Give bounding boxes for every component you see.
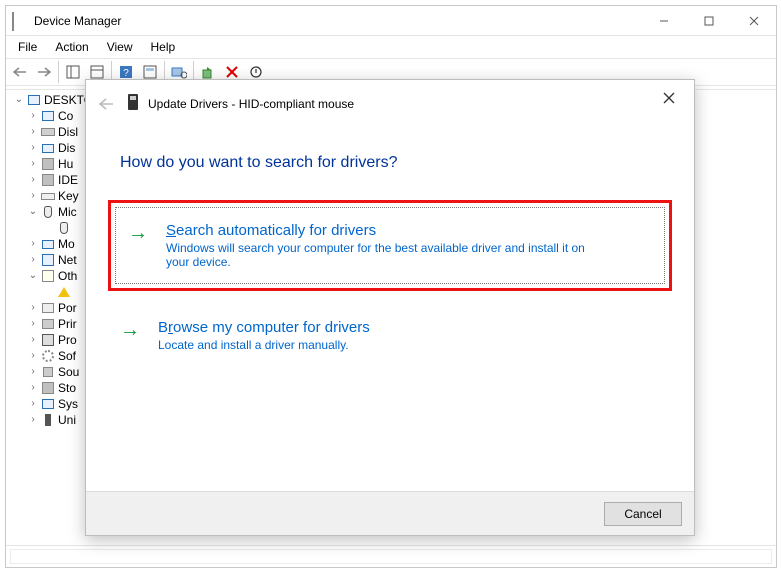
tree-item-label: Disl: [58, 124, 78, 140]
titlebar: Device Manager: [6, 6, 776, 36]
tree-item-label: Sof: [58, 348, 76, 364]
expand-collapse-icon[interactable]: ›: [26, 380, 40, 396]
option-description: Windows will search your computer for th…: [166, 241, 606, 269]
tree-item-label: Sou: [58, 364, 79, 380]
expand-collapse-icon[interactable]: ›: [26, 108, 40, 124]
mouse-icon: [56, 220, 72, 236]
arrow-right-icon: →: [128, 222, 148, 245]
show-hide-tree-button[interactable]: [61, 60, 85, 84]
pc-icon: [40, 108, 56, 124]
window-title: Device Manager: [34, 14, 641, 28]
highlighted-option-frame: → Search automatically for drivers Windo…: [108, 200, 672, 291]
dialog-title: Update Drivers - HID-compliant mouse: [148, 97, 354, 111]
update-drivers-dialog: Update Drivers - HID-compliant mouse How…: [85, 79, 695, 536]
menu-help[interactable]: Help: [143, 38, 184, 56]
menu-action[interactable]: Action: [47, 38, 96, 56]
statusbar: [6, 545, 776, 567]
tree-item-label: Hu: [58, 156, 73, 172]
tree-item-label: Sto: [58, 380, 76, 396]
dialog-footer: Cancel: [86, 491, 694, 535]
tree-item-label: Net: [58, 252, 77, 268]
drive-icon: [40, 124, 56, 140]
pc-icon: [40, 396, 56, 412]
port-icon: [40, 300, 56, 316]
expand-collapse-icon[interactable]: ›: [26, 300, 40, 316]
tree-item-label: Key: [58, 188, 79, 204]
tree-item-label: IDE: [58, 172, 78, 188]
dialog-header: Update Drivers - HID-compliant mouse: [86, 80, 694, 120]
tree-item-label: Mic: [58, 204, 77, 220]
usb-icon: [40, 412, 56, 428]
maximize-button[interactable]: [686, 6, 731, 36]
expand-collapse-icon[interactable]: ›: [26, 252, 40, 268]
option-title: Browse my computer for drivers: [158, 319, 658, 336]
option-title: Search automatically for drivers: [166, 222, 650, 239]
expand-collapse-icon[interactable]: ⌄: [26, 268, 40, 284]
expand-collapse-icon[interactable]: ⌄: [12, 92, 26, 108]
menubar: File Action View Help: [6, 36, 776, 58]
monitor-icon: [40, 140, 56, 156]
expand-collapse-icon[interactable]: ›: [26, 188, 40, 204]
tree-item-label: Dis: [58, 140, 75, 156]
pc-icon: [26, 92, 42, 108]
expand-collapse-icon[interactable]: ›: [26, 124, 40, 140]
expand-collapse-icon[interactable]: ›: [26, 396, 40, 412]
cpu-icon: [40, 332, 56, 348]
tree-item-label: Mo: [58, 236, 75, 252]
kb-icon: [40, 188, 56, 204]
back-button[interactable]: [8, 60, 32, 84]
tree-item-label: Prir: [58, 316, 77, 332]
warn-icon: [56, 284, 72, 300]
chip-icon: [40, 172, 56, 188]
chip-icon: [40, 156, 56, 172]
expand-collapse-icon[interactable]: ›: [26, 332, 40, 348]
cancel-button[interactable]: Cancel: [604, 502, 682, 526]
dialog-device-icon: [126, 93, 140, 116]
other-icon: [40, 268, 56, 284]
tree-item-label: Uni: [58, 412, 76, 428]
monitor-icon: [40, 236, 56, 252]
mouse-icon: [40, 204, 56, 220]
gear-icon: [40, 348, 56, 364]
sound-icon: [40, 364, 56, 380]
forward-button[interactable]: [32, 60, 56, 84]
arrow-right-icon: →: [120, 319, 140, 342]
expand-collapse-icon[interactable]: ›: [26, 412, 40, 428]
expand-collapse-icon[interactable]: ›: [26, 140, 40, 156]
search-automatically-option[interactable]: → Search automatically for drivers Windo…: [115, 207, 665, 284]
expand-collapse-icon[interactable]: ›: [26, 236, 40, 252]
expand-collapse-icon[interactable]: ›: [26, 172, 40, 188]
option-description: Locate and install a driver manually.: [158, 338, 598, 352]
dialog-question: How do you want to search for drivers?: [120, 154, 672, 172]
tree-item-label: Pro: [58, 332, 77, 348]
expand-collapse-icon[interactable]: ›: [26, 316, 40, 332]
tree-item-label: Co: [58, 108, 73, 124]
browse-my-computer-option[interactable]: → Browse my computer for drivers Locate …: [108, 305, 672, 377]
app-icon: [12, 13, 28, 29]
expand-collapse-icon[interactable]: ⌄: [26, 204, 40, 220]
expand-collapse-icon[interactable]: ›: [26, 348, 40, 364]
svg-text:?: ?: [123, 68, 129, 79]
menu-file[interactable]: File: [10, 38, 45, 56]
tree-item-label: Oth: [58, 268, 77, 284]
close-button[interactable]: [731, 6, 776, 36]
print-icon: [40, 316, 56, 332]
chip-icon: [40, 380, 56, 396]
dialog-close-button[interactable]: [654, 86, 684, 110]
net-icon: [40, 252, 56, 268]
dialog-back-button[interactable]: [94, 92, 118, 116]
tree-item-label: Por: [58, 300, 77, 316]
menu-view[interactable]: View: [99, 38, 141, 56]
tree-item-label: Sys: [58, 396, 78, 412]
minimize-button[interactable]: [641, 6, 686, 36]
toolbar-separator: [58, 61, 59, 83]
expand-collapse-icon[interactable]: ›: [26, 364, 40, 380]
expand-collapse-icon[interactable]: ›: [26, 156, 40, 172]
